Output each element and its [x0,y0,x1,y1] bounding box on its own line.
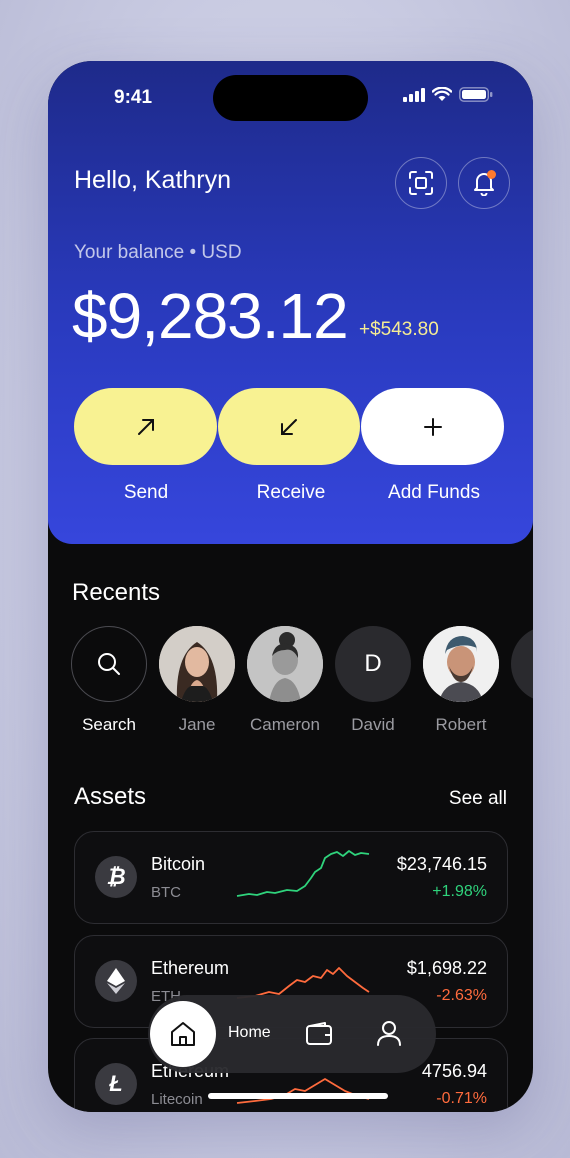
asset-change: -0.71% [436,1090,487,1107]
contact-name: Robert [435,715,487,734]
asset-price: $23,746.15 [396,854,487,874]
plus-icon [423,417,442,436]
contact-name: Cameron [250,715,320,734]
receive-label: Receive [256,482,326,503]
send-button[interactable] [74,388,217,465]
contact-name: David [351,715,395,734]
send-label: Send [123,482,169,503]
status-icons [403,87,493,102]
battery-icon [459,87,493,102]
home-indicator [208,1093,388,1099]
arrow-down-left-icon [281,418,297,435]
ethereum-icon [95,960,137,1002]
asset-name: Ethereum [151,958,230,978]
contact-initial: D [364,650,382,677]
see-all-link[interactable]: See all [449,788,507,810]
wifi-icon [432,87,452,101]
search-icon [98,653,120,675]
bottom-nav: Home [148,995,436,1073]
home-icon [171,1022,195,1046]
notifications-button[interactable] [458,157,510,209]
balance-header: 9:41 Hello, Kathryn Your balance • USD $… [48,61,533,544]
asset-change: +1.98% [432,883,487,900]
add-funds-button[interactable] [361,388,504,465]
recents-title: Recents [72,579,161,606]
balance-amount: $9,283.12 [72,280,349,352]
balance-label: Your balance • USD [74,242,242,263]
asset-price: $1,698.22 [406,958,487,978]
notification-dot [487,170,496,179]
avatar-robert[interactable] [423,626,499,702]
add-funds-label: Add Funds [388,482,480,503]
avatar-cameron[interactable] [247,626,323,702]
greeting: Hello, Kathryn [74,166,232,194]
litecoin-icon: Ł [95,1063,137,1105]
asset-symbol: BTC [151,884,181,901]
asset-price: 4756.94 [421,1061,487,1081]
person-photo-icon [159,626,235,702]
avatar-jane[interactable] [159,626,235,702]
asset-card-bitcoin[interactable]: ₿ Bitcoin BTC $23,746.15 +1.98% [74,831,508,924]
avatar-david[interactable]: D [335,626,411,702]
contact-name: Jane [178,715,216,734]
arrow-up-right-icon [137,418,154,435]
balance-change: +$543.80 [359,319,439,340]
profile-icon[interactable] [376,1019,402,1047]
asset-name: Bitcoin [151,854,206,874]
asset-change: -2.63% [436,987,487,1004]
wallet-icon[interactable] [305,1021,333,1047]
phone-screen: 9:41 Hello, Kathryn Your balance • USD $… [48,61,533,1112]
search-label: Search [82,715,136,734]
scan-icon [409,171,433,195]
dynamic-island [213,75,368,121]
signal-icon [403,87,425,102]
avatar-next[interactable] [511,626,533,702]
nav-home-button[interactable] [150,1001,216,1067]
receive-button[interactable] [218,388,360,465]
search-contacts-button[interactable] [71,626,147,702]
assets-title: Assets [74,783,147,810]
person-photo-icon [247,626,323,702]
bitcoin-icon: ₿ [95,856,137,898]
asset-symbol: Litecoin [151,1091,203,1108]
nav-home-label: Home [228,1024,271,1041]
status-time: 9:41 [114,87,153,108]
price-sparkline [236,850,370,897]
contact-name: R [504,715,533,735]
scan-button[interactable] [395,157,447,209]
person-photo-icon [423,626,499,702]
